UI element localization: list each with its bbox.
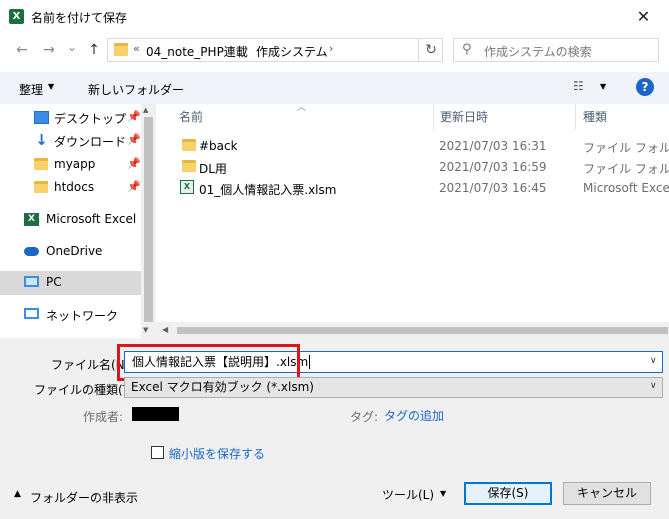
text-cursor <box>309 355 311 369</box>
sidebar-item-myapp[interactable]: myapp 📌 <box>0 153 141 177</box>
column-divider[interactable] <box>575 104 576 130</box>
sidebar-item-label: htdocs <box>54 180 95 194</box>
save-thumbnail-label[interactable]: 縮小版を保存する <box>169 445 265 462</box>
cancel-button[interactable]: キャンセル <box>563 482 651 505</box>
excel-app-icon: X <box>9 9 24 24</box>
address-divider <box>418 39 419 61</box>
sidebar-item-label: ネットワーク <box>46 309 119 323</box>
column-header-date[interactable]: 更新日時 <box>440 108 488 125</box>
sidebar-item-label: PC <box>46 275 62 289</box>
folder-icon <box>182 160 196 172</box>
sidebar-item-microsoft-excel[interactable]: X Microsoft Excel <box>0 208 141 232</box>
caret-down-icon[interactable]: ▼ <box>48 82 54 91</box>
breadcrumb-item[interactable]: 04_note_PHP連載 <box>146 43 248 60</box>
save-thumbnail-checkbox[interactable] <box>151 446 164 459</box>
scroll-down-icon[interactable]: ▼ <box>143 326 148 334</box>
search-placeholder: 作成システムの検索 <box>484 45 592 59</box>
file-name: 01_個人情報記入票.xlsm <box>199 183 337 197</box>
file-type: ファイル フォルダー <box>583 141 669 155</box>
folder-icon <box>182 139 196 151</box>
column-divider[interactable] <box>433 104 434 130</box>
new-folder-button[interactable]: 新しいフォルダー <box>88 81 184 98</box>
file-name: DL用 <box>199 162 227 176</box>
file-type: Microsoft Excel <box>583 181 669 195</box>
tags-label: タグ: <box>350 410 379 424</box>
excel-icon: X <box>24 213 39 226</box>
folder-icon <box>34 181 48 193</box>
sidebar-item-label: OneDrive <box>46 244 103 258</box>
horizontal-scrollbar-thumb[interactable] <box>177 327 668 334</box>
file-date: 2021/07/03 16:31 <box>439 139 547 153</box>
chevron-down-icon[interactable]: ∨ <box>650 381 657 391</box>
author-value-redacted[interactable] <box>132 407 179 421</box>
sidebar-item-onedrive[interactable]: OneDrive <box>0 240 141 264</box>
up-arrow-icon[interactable]: ↑ <box>84 40 104 60</box>
column-header-type[interactable]: 種類 <box>583 108 607 125</box>
excel-file-icon: X <box>180 180 194 194</box>
window-title: 名前を付けて保存 <box>31 11 128 25</box>
pc-icon <box>24 276 39 287</box>
breadcrumb-item[interactable]: 作成システム <box>256 43 328 60</box>
column-header-name[interactable]: 名前 <box>179 108 203 125</box>
filetype-select[interactable]: Excel マクロ有効ブック (*.xlsm) <box>124 377 663 398</box>
author-label: 作成者: <box>83 410 124 424</box>
sidebar-item-label: Microsoft Excel <box>46 212 137 226</box>
organize-button[interactable]: 整理 <box>19 81 43 98</box>
file-type: ファイル フォルダー <box>583 162 669 176</box>
sidebar-item-network[interactable]: ネットワーク <box>0 303 141 327</box>
save-button[interactable]: 保存(S) <box>464 482 552 505</box>
breadcrumb-separator[interactable]: › <box>329 42 333 55</box>
sidebar-item-label: デスクトップ <box>54 112 127 126</box>
pin-icon[interactable]: 📌 <box>127 157 141 170</box>
title-bar: X 名前を付けて保存 ✕ <box>0 0 669 33</box>
download-icon: ↓ <box>35 131 48 149</box>
folder-icon <box>114 43 128 56</box>
sidebar-item-desktop[interactable]: デスクトップ 📌 <box>0 106 141 130</box>
add-tags-link[interactable]: タグの追加 <box>384 407 444 424</box>
caret-down-icon[interactable]: ▼ <box>600 82 606 91</box>
scroll-left-icon[interactable]: ◀ <box>162 325 168 334</box>
file-date: 2021/07/03 16:59 <box>439 160 547 174</box>
hide-folders-button[interactable]: フォルダーの非表示 <box>30 489 138 506</box>
sidebar-item-htdocs[interactable]: htdocs 📌 <box>0 176 141 200</box>
folder-icon <box>34 158 48 170</box>
scroll-up-icon[interactable]: ▲ <box>143 106 148 114</box>
sidebar-item-pc[interactable]: PC <box>0 271 141 295</box>
desktop-icon <box>34 111 49 124</box>
forward-arrow-icon[interactable]: → <box>39 40 59 60</box>
file-name: #back <box>199 139 238 153</box>
sort-ascending-icon: ︿ <box>297 103 307 113</box>
breadcrumb-overflow[interactable]: « <box>133 42 140 55</box>
sidebar-item-label: ダウンロード <box>54 135 127 149</box>
refresh-icon[interactable]: ↻ <box>421 41 441 59</box>
pin-icon[interactable]: 📌 <box>127 180 141 193</box>
file-row[interactable]: X 01_個人情報記入票.xlsm 2021/07/03 16:45 Micro… <box>156 178 669 198</box>
caret-up-icon[interactable]: ▲ <box>14 489 21 499</box>
close-button[interactable]: ✕ <box>618 0 669 33</box>
sidebar-item-label: myapp <box>54 157 96 171</box>
pin-icon[interactable]: 📌 <box>127 110 141 123</box>
file-row[interactable]: DL用 2021/07/03 16:59 ファイル フォルダー <box>156 157 669 177</box>
file-date: 2021/07/03 16:45 <box>439 181 547 195</box>
search-icon: ⚲ <box>462 42 472 57</box>
command-toolbar: 整理 ▼ 新しいフォルダー ☷ ▼ ? <box>0 72 669 104</box>
back-arrow-icon[interactable]: ← <box>12 40 32 60</box>
file-row[interactable]: #back 2021/07/03 16:31 ファイル フォルダー <box>156 136 669 156</box>
sidebar-scrollbar-thumb[interactable] <box>144 117 153 322</box>
caret-down-icon[interactable]: ▼ <box>440 489 446 498</box>
view-options-icon[interactable]: ☷ <box>573 79 591 95</box>
annotation-highlight-box <box>117 344 300 381</box>
chevron-down-icon[interactable]: ∨ <box>650 356 657 366</box>
tools-button[interactable]: ツール(L) <box>382 486 434 503</box>
pin-icon[interactable]: 📌 <box>127 133 141 146</box>
sidebar-item-downloads[interactable]: ↓ ダウンロード 📌 <box>0 129 141 153</box>
help-icon[interactable]: ? <box>636 78 654 96</box>
breadcrumb-separator[interactable]: › <box>244 42 248 55</box>
search-input[interactable]: ⚲ 作成システムの検索 <box>453 38 659 62</box>
cloud-icon <box>24 247 39 256</box>
address-bar[interactable]: « 04_note_PHP連載 › 作成システム › ↻ <box>107 38 443 62</box>
network-icon <box>24 308 39 319</box>
recent-locations-chevron-icon[interactable]: ⌄ <box>62 37 82 57</box>
